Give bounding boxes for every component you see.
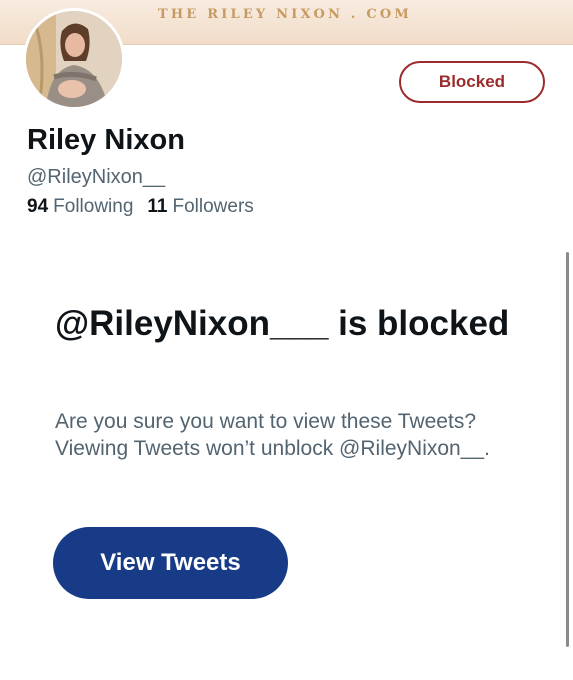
followers-count: 11 [147,196,168,217]
avatar[interactable] [23,8,125,110]
followers-label: Followers [172,196,254,217]
profile-stats: 94 Following 11 Followers [27,196,254,218]
following-count: 94 [27,196,49,217]
banner-text: THE RILEY NIXON . COM [158,7,412,22]
blocked-button[interactable]: Blocked [399,61,545,103]
following-label: Following [53,196,134,217]
following-link[interactable]: 94 Following [27,196,133,218]
view-tweets-button[interactable]: View Tweets [53,527,288,599]
blocked-description: Are you sure you want to view these Twee… [55,410,490,460]
display-name: Riley Nixon [27,124,185,156]
profile-handle: @RileyNixon__ [27,166,166,188]
scrollbar[interactable] [566,252,569,647]
blocked-heading: @RileyNixon___ is blocked [55,304,510,343]
followers-link[interactable]: 11 Followers [147,196,253,218]
avatar-photo-icon [26,11,122,107]
